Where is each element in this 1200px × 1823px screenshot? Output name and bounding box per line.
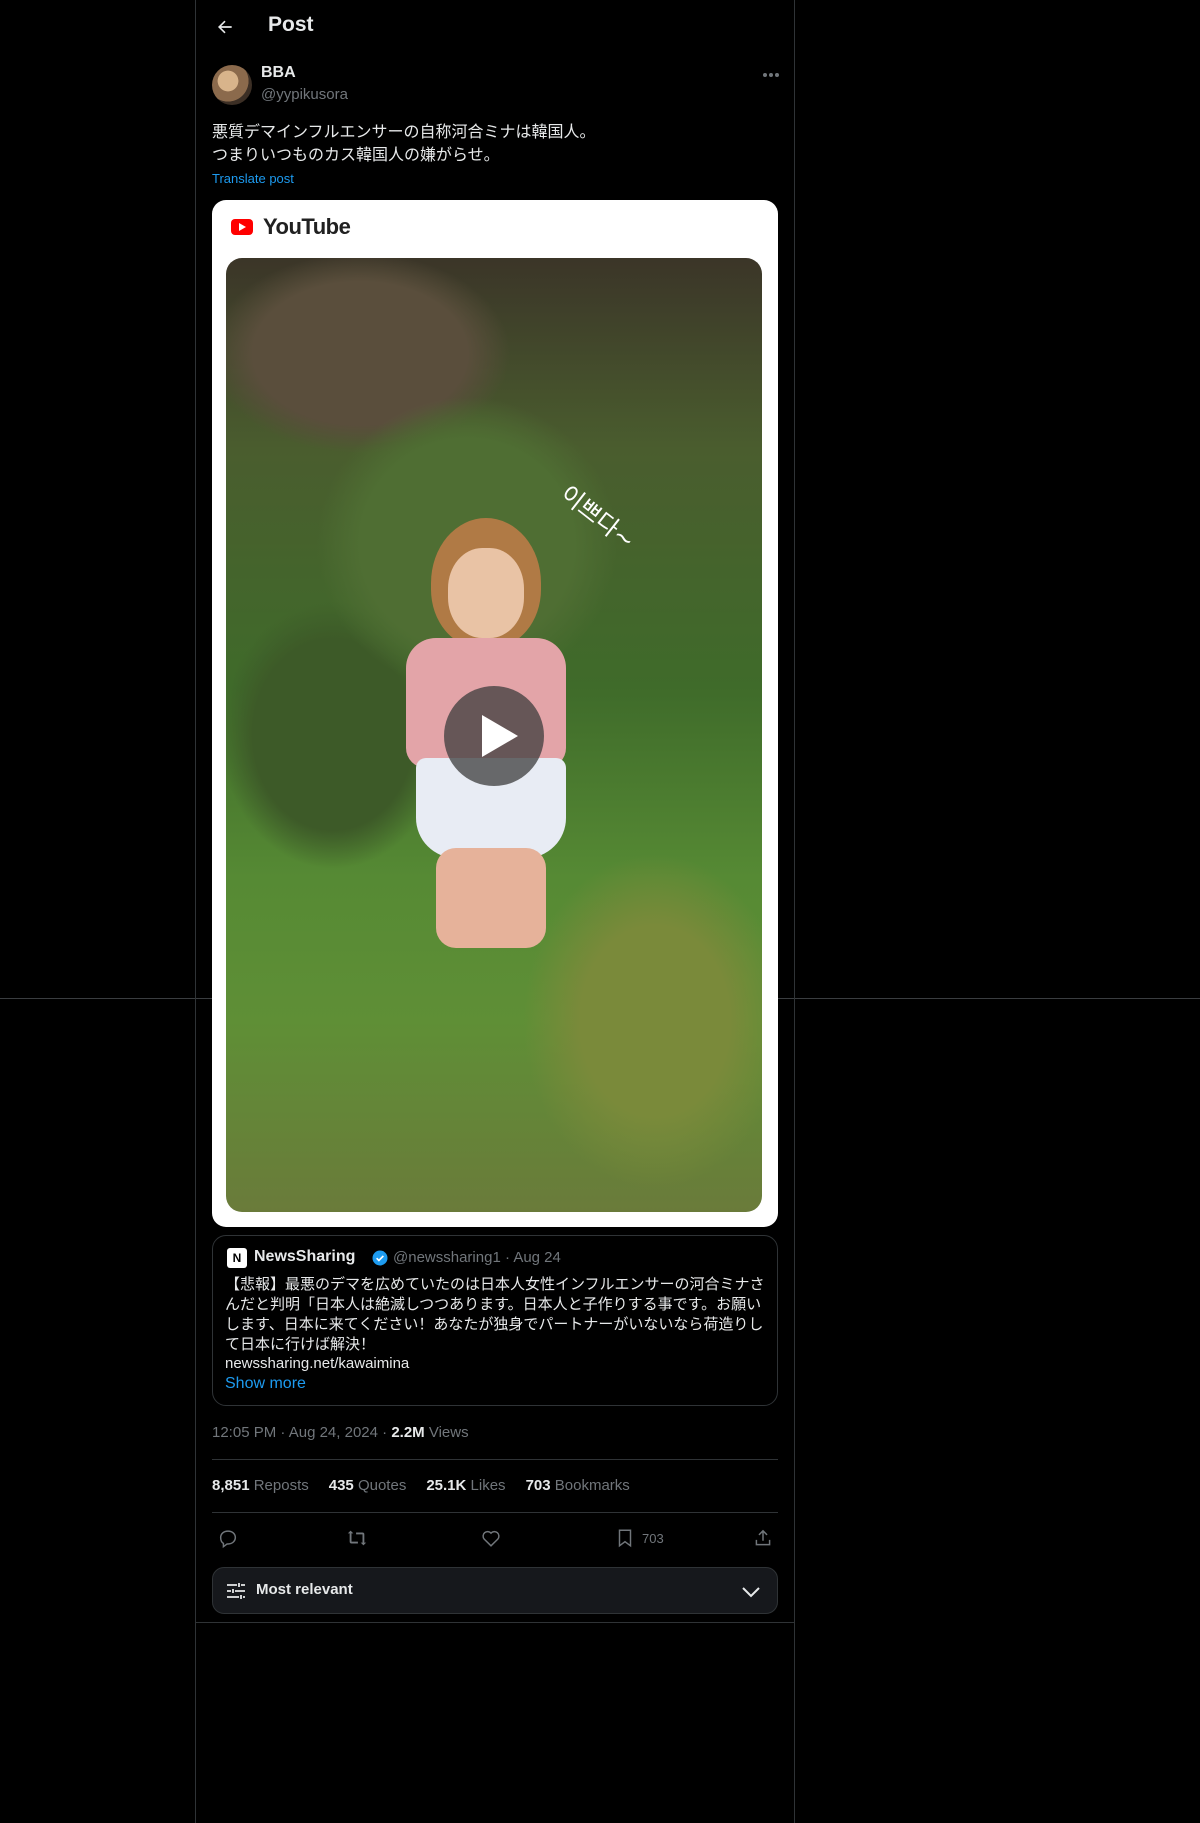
heart-icon bbox=[482, 1530, 500, 1547]
bookmarks-stat[interactable]: 703 Bookmarks bbox=[526, 1477, 630, 1494]
youtube-icon bbox=[231, 219, 253, 235]
share-icon bbox=[755, 1529, 771, 1546]
more-horizontal-icon bbox=[763, 73, 779, 77]
play-button[interactable] bbox=[444, 686, 544, 786]
translate-post-link[interactable]: Translate post bbox=[212, 171, 294, 186]
quoted-post[interactable]: N NewsSharing @newssharing1 · Aug 24 【悲報… bbox=[212, 1235, 778, 1406]
bookmark-button[interactable]: 703 bbox=[614, 1524, 664, 1552]
youtube-logo: YouTube bbox=[231, 214, 351, 240]
post-text: 悪質デマインフルエンサーの自称河合ミナは韓国人。 つまりいつものカス韓国人の嫌が… bbox=[212, 122, 596, 164]
more-button[interactable] bbox=[758, 64, 784, 86]
youtube-embed-card[interactable]: YouTube 이쁘다~ bbox=[212, 200, 778, 1227]
quoted-text: 【悲報】最悪のデマを広めていたのは日本人女性インフルエンサーの河合ミナさんだと判… bbox=[225, 1275, 765, 1353]
divider bbox=[212, 1459, 778, 1460]
reply-sort-dropdown[interactable]: Most relevant bbox=[212, 1567, 778, 1614]
show-more-link[interactable]: Show more bbox=[225, 1375, 306, 1393]
likes-stat[interactable]: 25.1K Likes bbox=[426, 1477, 505, 1494]
post-meta: 12:05 PM · Aug 24, 2024 · 2.2M Views bbox=[212, 1424, 469, 1441]
sort-label: Most relevant bbox=[256, 1581, 353, 1598]
quoted-handle-date: @newssharing1 · Aug 24 bbox=[393, 1249, 561, 1266]
verified-badge-icon bbox=[372, 1250, 388, 1266]
arrow-left-icon bbox=[218, 20, 232, 34]
action-bar: 703 bbox=[212, 1524, 778, 1552]
youtube-logo-text: YouTube bbox=[263, 214, 351, 239]
views-count: 2.2M bbox=[391, 1424, 425, 1441]
quoted-avatar: N bbox=[227, 1248, 247, 1268]
video-thumbnail[interactable]: 이쁘다~ bbox=[226, 258, 762, 1212]
author-name[interactable]: BBA bbox=[261, 64, 296, 82]
repost-icon bbox=[347, 1530, 367, 1546]
bookmark-count: 703 bbox=[642, 1530, 664, 1546]
post-time: 12:05 PM bbox=[212, 1424, 277, 1441]
post-date: Aug 24, 2024 bbox=[288, 1424, 378, 1441]
quoted-link: newssharing.net/kawaimina bbox=[225, 1355, 410, 1372]
like-button[interactable] bbox=[480, 1524, 502, 1552]
chevron-down-icon bbox=[742, 1587, 760, 1598]
reposts-stat[interactable]: 8,851 Reposts bbox=[212, 1477, 309, 1494]
post-stats: 8,851 Reposts 435 Quotes 25.1K Likes 703… bbox=[212, 1477, 630, 1494]
reply-icon bbox=[219, 1530, 237, 1549]
quotes-stat[interactable]: 435 Quotes bbox=[329, 1477, 407, 1494]
avatar[interactable] bbox=[212, 65, 252, 105]
author-handle[interactable]: @yypikusora bbox=[261, 86, 348, 103]
repost-button[interactable] bbox=[346, 1524, 368, 1552]
quoted-author-name: NewsSharing bbox=[254, 1248, 356, 1265]
bookmark-icon bbox=[618, 1529, 632, 1548]
divider bbox=[196, 1622, 794, 1623]
header: Post bbox=[196, 0, 794, 53]
page-title: Post bbox=[268, 13, 314, 36]
sliders-icon bbox=[227, 1583, 245, 1599]
share-button[interactable] bbox=[752, 1524, 774, 1552]
reply-button[interactable] bbox=[217, 1524, 239, 1552]
main-column: Post BBA @yypikusora 悪質デマインフルエンサーの自称河合ミナ… bbox=[195, 0, 795, 1823]
back-button[interactable] bbox=[210, 12, 240, 42]
divider bbox=[212, 1512, 778, 1513]
views-label: Views bbox=[428, 1424, 469, 1441]
